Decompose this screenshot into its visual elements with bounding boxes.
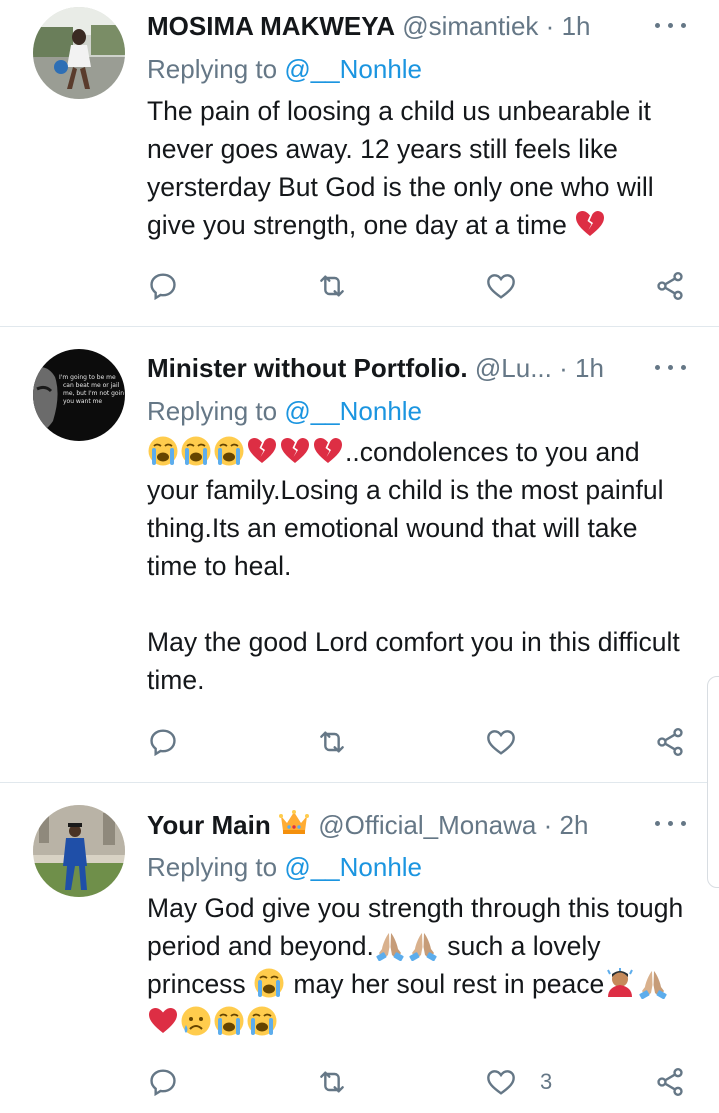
reply-mention-link[interactable]: @__Nonhle <box>284 54 422 84</box>
reply-mention-link[interactable]: @__Nonhle <box>284 396 422 426</box>
user-handle[interactable]: @Lu... <box>475 353 552 383</box>
tweet-1[interactable]: MOSIMA MAKWEYA @simantiek · 1h Replying … <box>0 0 719 326</box>
tweet-text: The pain of loosing a child us unbearabl… <box>147 92 692 244</box>
broken-heart-emoji <box>279 435 311 467</box>
avatar[interactable]: I'm going to be me can beat me or jail m… <box>33 349 125 441</box>
tweet-header: MOSIMA MAKWEYA @simantiek · 1h <box>147 8 631 44</box>
tweet-actions <box>0 266 719 306</box>
crying-face-emoji <box>180 435 212 467</box>
separator-dot: · <box>545 11 555 41</box>
timestamp[interactable]: 1h <box>562 11 591 41</box>
display-name[interactable]: MOSIMA MAKWEYA <box>147 11 395 41</box>
retweet-icon[interactable] <box>312 266 352 306</box>
svg-text:you want me: you want me <box>63 398 102 405</box>
folded-hands-emoji <box>407 929 439 961</box>
folded-hands-emoji <box>374 929 406 961</box>
replying-to-label: Replying to <box>147 852 278 882</box>
tweet-2[interactable]: I'm going to be me can beat me or jail m… <box>0 327 719 782</box>
like-count: 3 <box>540 1069 553 1094</box>
sad-face-emoji <box>180 1005 212 1037</box>
tweet-text-part-3: may her soul rest in peace <box>286 969 605 999</box>
scroll-handle[interactable] <box>707 676 719 888</box>
crying-face-emoji <box>213 435 245 467</box>
broken-heart-emoji <box>246 435 278 467</box>
like-icon[interactable] <box>481 1062 521 1102</box>
crying-face-emoji <box>147 435 179 467</box>
retweet-icon[interactable] <box>312 1062 352 1102</box>
reply-icon[interactable] <box>143 266 183 306</box>
crying-face-emoji <box>246 1005 278 1037</box>
more-options-icon[interactable] <box>653 10 689 40</box>
timestamp[interactable]: 2h <box>559 810 588 840</box>
display-name[interactable]: Your Main <box>147 810 271 840</box>
tweet-actions <box>0 722 719 762</box>
avatar[interactable] <box>33 7 125 99</box>
share-icon[interactable] <box>650 1062 690 1102</box>
display-name[interactable]: Minister without Portfolio. <box>147 353 468 383</box>
svg-text:me, but I'm not goin: me, but I'm not goin <box>63 390 124 397</box>
separator-dot: · <box>559 353 568 383</box>
svg-text:can beat me or jail: can beat me or jail <box>63 382 120 389</box>
replying-to: Replying to @__Nonhle <box>147 51 422 87</box>
like-icon[interactable] <box>481 722 521 762</box>
more-options-icon[interactable] <box>653 808 689 838</box>
replying-to-label: Replying to <box>147 396 278 426</box>
retweet-icon[interactable] <box>312 722 352 762</box>
avatar-quote-text: I'm going to be me <box>59 374 116 381</box>
separator-dot: · <box>543 810 553 840</box>
folded-hands-emoji <box>637 967 669 999</box>
replying-to: Replying to @__Nonhle <box>147 849 422 885</box>
timestamp[interactable]: 1h <box>575 353 604 383</box>
red-heart-emoji <box>147 1005 179 1037</box>
crown-emoji <box>278 806 310 838</box>
reply-mention-link[interactable]: @__Nonhle <box>284 852 422 882</box>
share-icon[interactable] <box>650 722 690 762</box>
replying-to-label: Replying to <box>147 54 278 84</box>
broken-heart-emoji <box>574 208 606 240</box>
reply-icon[interactable] <box>143 1062 183 1102</box>
share-icon[interactable] <box>650 266 690 306</box>
tweet-text: ..condolences to you and your family.Los… <box>147 433 692 699</box>
crying-face-emoji <box>213 1005 245 1037</box>
tweet-text-content-2: May the good Lord comfort you in this di… <box>147 627 680 695</box>
tweet-header: Minister without Portfolio. @Lu... · 1h <box>147 350 631 386</box>
avatar[interactable] <box>33 805 125 897</box>
like-icon[interactable] <box>481 266 521 306</box>
reply-icon[interactable] <box>143 722 183 762</box>
bowing-person-emoji <box>604 967 636 999</box>
crying-face-emoji <box>253 967 285 999</box>
tweet-header: Your Main @Official_Monawa · 2h <box>147 806 631 842</box>
broken-heart-emoji <box>312 435 344 467</box>
tweet-3[interactable]: Your Main @Official_Monawa · 2h Replying… <box>0 783 719 1113</box>
replying-to: Replying to @__Nonhle <box>147 393 422 429</box>
more-options-icon[interactable] <box>653 352 689 382</box>
user-handle[interactable]: @Official_Monawa <box>318 810 536 840</box>
tweet-text: May God give you strength through this t… <box>147 889 692 1041</box>
tweet-actions: 3 <box>0 1062 719 1102</box>
user-handle[interactable]: @simantiek <box>402 11 538 41</box>
